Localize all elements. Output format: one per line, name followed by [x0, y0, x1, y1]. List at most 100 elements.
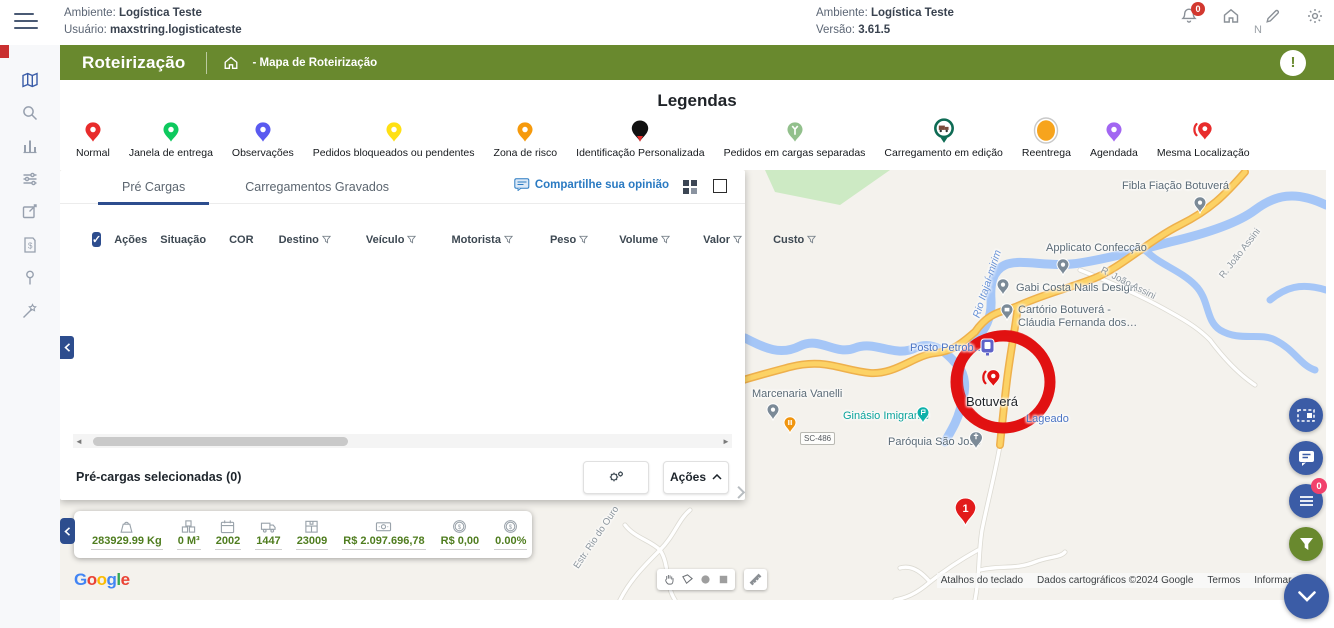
column-custo[interactable]: Custo — [773, 234, 816, 246]
terms-link[interactable]: Termos — [1207, 575, 1240, 586]
sidebar-item-chart-icon[interactable] — [21, 137, 39, 155]
poi-pin-gray[interactable] — [1056, 258, 1070, 277]
ambiente-value: Logística Teste — [119, 7, 202, 19]
sidebar-item-map-icon[interactable] — [21, 71, 39, 89]
chevron-down-icon — [1298, 591, 1316, 602]
panel-collapse-button[interactable] — [60, 336, 74, 359]
scrollbar-track[interactable] — [85, 434, 720, 448]
acoes-button[interactable]: Ações — [663, 461, 729, 494]
rectangle-tool-icon[interactable] — [717, 573, 730, 586]
horizontal-scrollbar[interactable]: ◄ ► — [73, 434, 732, 448]
filter-icon[interactable] — [322, 235, 331, 244]
home-icon[interactable] — [1222, 7, 1240, 25]
svg-text:$: $ — [28, 242, 33, 251]
settings-gears-button[interactable] — [583, 461, 649, 494]
filter-icon[interactable] — [504, 235, 513, 244]
pin-black-red-icon — [628, 117, 652, 145]
layout-grid-icon[interactable] — [683, 180, 697, 194]
boxes-icon — [303, 519, 320, 534]
coin-icon: $ — [451, 519, 468, 534]
measure-ruler-button[interactable] — [744, 569, 767, 590]
map-label: Marcenaria Vanelli — [752, 388, 842, 400]
expand-map-fab[interactable] — [1284, 574, 1329, 619]
same-location-pin[interactable] — [978, 366, 1004, 394]
edit-pencil-icon[interactable] — [1264, 7, 1282, 25]
poi-pin-gas-station[interactable] — [980, 338, 995, 356]
pin-purple-icon — [1103, 119, 1125, 145]
poi-pin-gray[interactable] — [766, 403, 780, 422]
coin-percent-icon: $ — [502, 519, 519, 534]
numbered-pin[interactable]: 1 — [954, 497, 977, 532]
chat-fab[interactable] — [1289, 441, 1323, 475]
poi-pin-teal[interactable] — [916, 406, 930, 425]
sidebar-item-pin-icon[interactable] — [21, 269, 39, 287]
column-valor[interactable]: Valor — [703, 234, 742, 246]
weight-icon — [118, 519, 135, 534]
versao-value: 3.61.5 — [858, 24, 890, 36]
alert-button[interactable]: ! — [1280, 50, 1306, 76]
list-icon — [1299, 495, 1314, 507]
tab-pre-cargas[interactable]: Pré Cargas — [98, 170, 209, 204]
scrollbar-thumb[interactable] — [93, 437, 348, 446]
stat-volume: 0 M³ — [170, 519, 208, 550]
map-label-town: Botuverá — [966, 394, 1018, 409]
scroll-right-arrow[interactable]: ► — [720, 437, 732, 446]
pan-hand-icon[interactable] — [663, 573, 676, 586]
breadcrumb-home-icon[interactable] — [223, 55, 239, 71]
keyboard-shortcuts-link[interactable]: Atalhos do teclado — [941, 575, 1023, 586]
stat-weight: 283929.99 Kg — [84, 519, 170, 550]
stat-entregas: 1447 — [248, 519, 288, 550]
feedback-link[interactable]: Compartilhe sua opinião — [514, 178, 669, 191]
list-fab[interactable]: 0 — [1289, 484, 1323, 518]
pin-split-icon — [784, 119, 806, 145]
sidebar-item-search-icon[interactable] — [21, 104, 39, 122]
column-cor[interactable]: COR — [229, 234, 253, 246]
stat-custo: $ R$ 0,00 — [433, 519, 488, 550]
ambiente-label: Ambiente: — [64, 7, 116, 19]
notifications-bell-icon[interactable]: 0 — [1180, 7, 1198, 25]
settings-gear-icon[interactable] — [1306, 7, 1324, 25]
poi-pin-gray[interactable] — [996, 278, 1010, 297]
select-area-fab[interactable] — [1289, 398, 1323, 432]
legend-item-mesma-localizacao: Mesma Localização — [1157, 119, 1250, 159]
sidebar-item-invoice-icon[interactable]: $ — [21, 236, 39, 254]
stats-collapse-button[interactable] — [60, 518, 75, 544]
column-situacao[interactable]: Situação — [160, 234, 206, 246]
legend-row: Normal Janela de entrega Observações Ped… — [60, 111, 1334, 159]
poi-pin-church[interactable] — [968, 430, 984, 451]
legend-item-normal: Normal — [76, 119, 110, 159]
select-all-checkbox[interactable]: ✓ — [92, 232, 101, 247]
poi-pin-building[interactable] — [1000, 303, 1014, 322]
hamburger-menu-icon[interactable] — [14, 13, 38, 31]
map-label: Fibla Fiação Botuverá — [1122, 180, 1229, 192]
notification-badge: 0 — [1191, 2, 1205, 16]
sidebar-item-routes-icon[interactable] — [21, 170, 39, 188]
filter-icon[interactable] — [579, 235, 588, 244]
column-destino[interactable]: Destino — [279, 234, 331, 246]
filter-icon[interactable] — [807, 235, 816, 244]
column-volume[interactable]: Volume — [619, 234, 670, 246]
column-peso[interactable]: Peso — [550, 234, 588, 246]
sidebar-item-tools-icon[interactable] — [21, 302, 39, 320]
table-header-row: ✓ Ações Situação COR Destino Veículo Mot… — [60, 232, 745, 247]
column-motorista[interactable]: Motorista — [451, 234, 513, 246]
filter-fab[interactable] — [1289, 527, 1323, 561]
column-veiculo[interactable]: Veículo — [366, 234, 417, 246]
scroll-left-arrow[interactable]: ◄ — [73, 437, 85, 446]
column-acoes[interactable]: Ações — [114, 234, 147, 246]
environment-info: Ambiente: Logística Teste Usuário: maxst… — [64, 5, 242, 39]
poi-pin-restaurant[interactable] — [783, 416, 797, 435]
sidebar-item-edit-icon[interactable] — [21, 203, 39, 221]
legend-item-cargas-separadas: Pedidos em cargas separadas — [724, 119, 866, 159]
tab-carregamentos-gravados[interactable]: Carregamentos Gravados — [245, 170, 389, 204]
map-attribution: Atalhos do teclado Dados cartográficos ©… — [937, 573, 1316, 588]
circle-tool-icon[interactable] — [699, 573, 712, 586]
poi-pin-gray[interactable] — [1193, 196, 1207, 215]
filter-icon[interactable] — [733, 235, 742, 244]
polygon-tool-icon[interactable] — [681, 573, 694, 586]
filter-icon[interactable] — [407, 235, 416, 244]
filter-icon[interactable] — [661, 235, 670, 244]
totals-bar: 283929.99 Kg 0 M³ 2002 1447 23009 R$ 2.0… — [74, 511, 532, 558]
n-glyph: N — [1254, 24, 1262, 36]
maximize-icon[interactable] — [713, 179, 727, 193]
